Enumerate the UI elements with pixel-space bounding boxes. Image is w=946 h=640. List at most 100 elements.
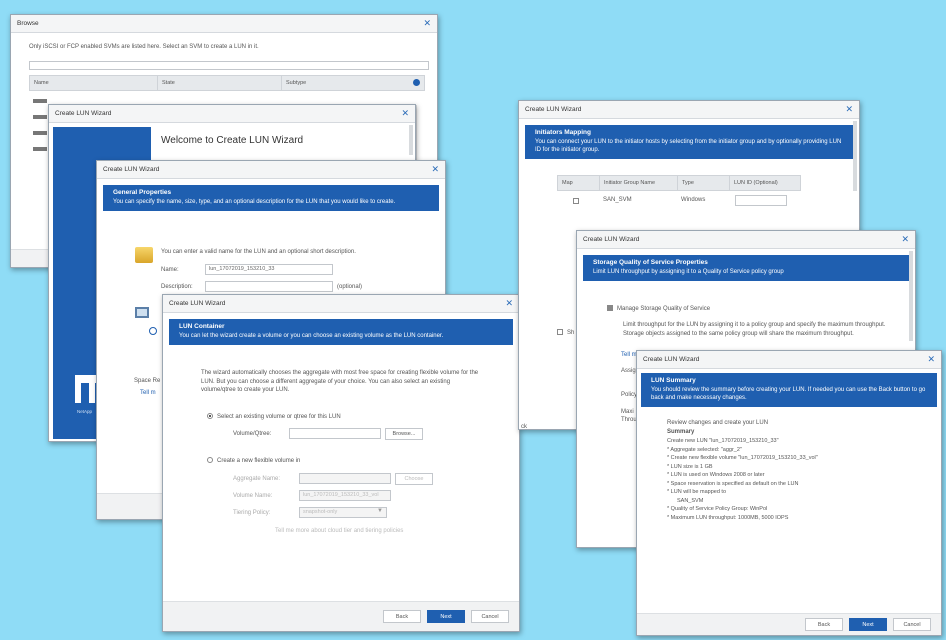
qos-assign-label: Assig <box>621 368 636 374</box>
qos-scrollbar[interactable] <box>909 251 913 341</box>
close-icon[interactable]: ✕ <box>505 299 513 308</box>
column-header-initiator-group[interactable]: Initiator Group Name <box>600 176 678 190</box>
lun-summary-dialog: Create LUN Wizard ✕ LUN Summary You shou… <box>636 350 942 636</box>
welcome-scrollbar[interactable] <box>409 125 413 155</box>
column-header-subtype[interactable]: Subtype <box>282 76 402 90</box>
general-titlebar: Create LUN Wizard ✕ <box>97 161 445 179</box>
column-header-lun-id[interactable]: LUN ID (Optional) <box>730 176 800 190</box>
column-header-type[interactable]: Type <box>678 176 730 190</box>
qos-banner: Storage Quality of Service Properties Li… <box>583 255 909 282</box>
close-icon[interactable]: ✕ <box>845 105 853 114</box>
monitor-icon <box>135 307 149 318</box>
summary-banner: LUN Summary You should review the summar… <box>641 373 937 408</box>
browse-title: Browse <box>17 20 39 27</box>
radio-existing-volume[interactable]: Select an existing volume or qtree for t… <box>207 413 341 422</box>
browse-refresh-icon[interactable] <box>413 79 420 86</box>
manage-qos-check-icon[interactable] <box>607 305 613 312</box>
mapping-banner: Initiators Mapping You can connect your … <box>525 125 853 160</box>
close-icon[interactable]: ✕ <box>401 109 409 118</box>
cancel-button[interactable]: Cancel <box>893 618 931 631</box>
radio-existing-label: Select an existing volume or qtree for t… <box>217 414 341 420</box>
mapping-show-text: Sh <box>567 330 575 336</box>
svm-row[interactable] <box>33 99 47 103</box>
column-header-state[interactable]: State <box>158 76 282 90</box>
summary-line: Create new LUN "lun_17072019_153210_33" <box>667 438 779 444</box>
summary-label: Summary <box>667 429 695 435</box>
close-icon[interactable]: ✕ <box>927 355 935 364</box>
mapping-banner-desc: You can connect your LUN to the initiato… <box>535 139 842 154</box>
cancel-button[interactable]: Cancel <box>471 610 509 623</box>
column-header-map[interactable]: Map <box>558 176 600 190</box>
volume-name-label: Volume Name: <box>233 493 273 499</box>
tiering-policy-value: snapshot-only <box>303 509 338 515</box>
volume-qtree-label: Volume/Qtree: <box>233 431 272 437</box>
browse-button[interactable]: Browse... <box>385 428 423 440</box>
mapping-row[interactable]: SAN_SVM Windows <box>557 193 801 209</box>
mapping-scrollbar[interactable] <box>853 121 857 191</box>
summary-line: * LUN size is 1 GB <box>667 463 713 470</box>
radio-new-icon[interactable] <box>207 457 213 464</box>
column-header-name[interactable]: Name <box>30 76 158 90</box>
aggregate-name-label: Aggregate Name: <box>233 476 281 482</box>
general-intro: You can enter a valid name for the LUN a… <box>161 249 356 255</box>
mapping-show-label[interactable]: Sh <box>557 329 574 338</box>
lun-container-dialog: Create LUN Wizard ✕ LUN Container You ca… <box>162 294 520 632</box>
summary-line: * LUN is used on Windows 2008 or later <box>667 472 765 479</box>
manage-qos-checkbox[interactable]: Manage Storage Quality of Service <box>607 305 710 314</box>
container-banner-desc: You can let the wizard create a volume o… <box>179 333 444 339</box>
general-banner: General Properties You can specify the n… <box>103 185 439 212</box>
clock-icon <box>149 327 157 335</box>
radio-new-volume[interactable]: Create a new flexible volume in <box>207 457 300 466</box>
optional-label: (optional) <box>337 284 363 290</box>
browse-grid-header: Name State Subtype <box>29 75 425 91</box>
back-button[interactable]: Back <box>383 610 421 623</box>
welcome-side-link[interactable]: Tell m <box>140 389 156 398</box>
volume-name-input[interactable]: lun_17072019_153210_33_vol <box>299 490 391 501</box>
summary-banner-title: LUN Summary <box>651 377 696 384</box>
browse-filter-input[interactable] <box>29 61 429 70</box>
qos-through-label: Throu <box>621 417 637 423</box>
tiering-policy-select[interactable]: snapshot-only <box>299 507 387 518</box>
mapping-title: Create LUN Wizard <box>525 106 582 113</box>
lun-id-input[interactable] <box>735 195 787 206</box>
svm-row[interactable] <box>33 115 47 119</box>
mapping-bottom-left: ck <box>521 424 527 430</box>
tiering-tell-more-link[interactable]: Tell me more about cloud tier and tierin… <box>275 527 403 536</box>
svm-row[interactable] <box>33 131 47 135</box>
qos-title: Create LUN Wizard <box>583 236 640 243</box>
svm-row[interactable] <box>33 147 47 151</box>
next-button[interactable]: Next <box>849 618 887 631</box>
mapping-grid-header: Map Initiator Group Name Type LUN ID (Op… <box>557 175 801 191</box>
qos-policy-label: Policy <box>621 392 638 398</box>
choose-button[interactable]: Choose <box>395 473 433 485</box>
close-icon[interactable]: ✕ <box>901 235 909 244</box>
radio-new-label: Create a new flexible volume in <box>217 458 301 464</box>
close-icon[interactable]: ✕ <box>431 165 439 174</box>
aggregate-name-input[interactable] <box>299 473 391 484</box>
map-checkbox[interactable] <box>573 198 579 204</box>
welcome-side-text: Space Re <box>134 378 161 384</box>
qos-tell-me-link[interactable]: Tell m <box>621 351 637 360</box>
browse-info: Only iSCSI or FCP enabled SVMs are liste… <box>29 44 259 50</box>
general-title: Create LUN Wizard <box>103 166 160 173</box>
summary-line: * Space reservation is specified as defa… <box>667 480 799 487</box>
back-button[interactable]: Back <box>805 618 843 631</box>
welcome-titlebar: Create LUN Wizard ✕ <box>49 105 415 123</box>
show-checkbox[interactable] <box>557 329 563 336</box>
close-icon[interactable]: ✕ <box>423 19 431 28</box>
chevron-down-icon[interactable]: ▼ <box>377 508 383 514</box>
qos-titlebar: Create LUN Wizard ✕ <box>577 231 915 249</box>
volume-qtree-input[interactable] <box>289 428 381 439</box>
radio-existing-icon[interactable] <box>207 413 213 420</box>
welcome-heading: Welcome to Create LUN Wizard <box>161 135 304 146</box>
next-button[interactable]: Next <box>427 610 465 623</box>
netapp-logo-text: NetApp <box>77 409 93 414</box>
summary-line: * LUN will be mapped to <box>667 489 727 496</box>
container-banner-title: LUN Container <box>179 323 225 330</box>
container-titlebar: Create LUN Wizard ✕ <box>163 295 519 313</box>
description-label: Description: <box>161 284 193 290</box>
summary-list: Create new LUN "lun_17072019_153210_33" *… <box>667 437 927 522</box>
lun-description-input[interactable] <box>205 281 333 292</box>
initiator-group-name: SAN_SVM <box>603 197 632 203</box>
lun-name-input[interactable]: lun_17072019_153210_33 <box>205 264 333 275</box>
